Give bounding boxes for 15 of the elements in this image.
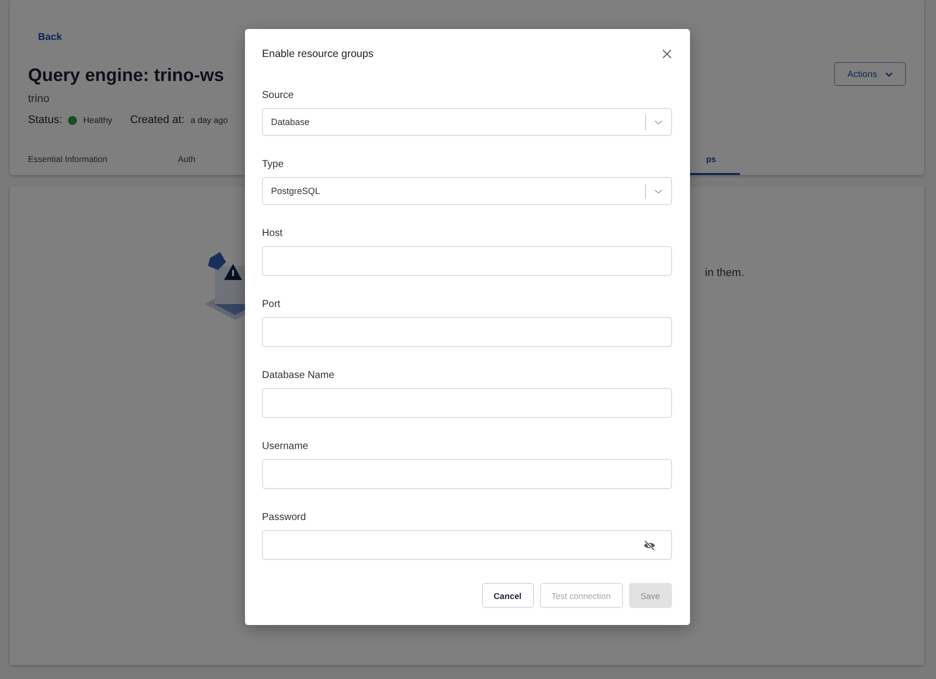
field-label: Port [262, 299, 282, 310]
field-label: Source [262, 90, 295, 101]
status-value: Healthy [83, 115, 112, 125]
engine-type: trino [28, 93, 50, 105]
field-label: Host [262, 228, 284, 239]
status-label: Status: [28, 114, 62, 126]
dialog-title: Enable resource groups [262, 48, 374, 60]
page-title: Query engine: trino-ws [28, 65, 224, 86]
created-label: Created at: [130, 114, 184, 126]
field-label: Password [262, 512, 307, 523]
field-label: Database Name [262, 370, 336, 381]
created-value: a day ago [190, 115, 228, 125]
field-label: Username [262, 441, 310, 452]
empty-state-text: in them. [705, 267, 744, 279]
field-label: Type [262, 159, 285, 170]
